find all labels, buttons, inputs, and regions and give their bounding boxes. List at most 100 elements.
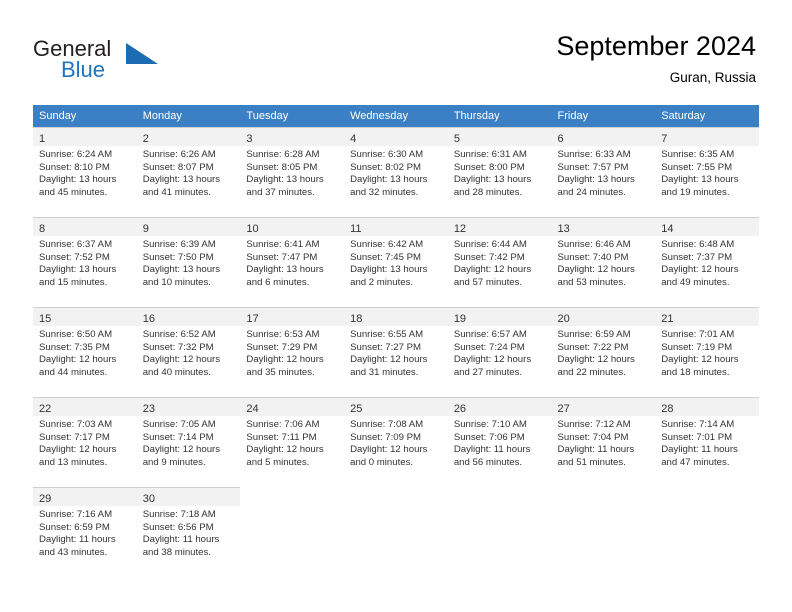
calendar-day-cell[interactable]: 23 Sunrise: 7:05 AM Sunset: 7:14 PM Dayligh…	[136, 397, 241, 487]
calendar-day-cell[interactable]: 19 Sunrise: 6:57 AM Sunset: 7:24 PM Dayligh…	[447, 307, 552, 397]
daylight-text-line2: and 9 minutes.	[142, 456, 206, 468]
day-cell-inner: 2 Sunrise: 6:26 AM Sunset: 8:07 PM Daylight…	[136, 127, 241, 217]
weekday-header-sunday: Sunday	[33, 105, 137, 127]
sunset-text: Sunset: 8:05 PM	[246, 161, 318, 173]
daylight-text-line2: and 38 minutes.	[142, 546, 211, 558]
calendar-day-cell[interactable]: 1 Sunrise: 6:24 AM Sunset: 8:10 PM Daylight…	[33, 127, 137, 217]
calendar-day-cell[interactable]: 2 Sunrise: 6:26 AM Sunset: 8:07 PM Daylight…	[136, 127, 241, 217]
day-number: 7	[661, 133, 668, 145]
calendar-day-cell[interactable]: 22 Sunrise: 7:03 AM Sunset: 7:17 PM Dayligh…	[33, 397, 137, 487]
calendar-day-cell[interactable]: 10 Sunrise: 6:41 AM Sunset: 7:47 PM Dayligh…	[240, 217, 345, 307]
sunset-text: Sunset: 7:06 PM	[453, 431, 525, 443]
sunset-text: Sunset: 7:47 PM	[246, 251, 318, 263]
calendar-day-cell[interactable]: 16 Sunrise: 6:52 AM Sunset: 7:32 PM Dayligh…	[136, 307, 241, 397]
calendar-day-cell[interactable]: 15 Sunrise: 6:50 AM Sunset: 7:35 PM Dayligh…	[33, 307, 137, 397]
sunset-text: Sunset: 7:37 PM	[661, 251, 733, 263]
daylight-text-line1: Daylight: 13 hours	[453, 174, 532, 186]
day-details: Sunrise: 7:01 AM Sunset: 7:19 PM Daylight:…	[655, 326, 759, 379]
calendar-day-cell[interactable]: 9 Sunrise: 6:39 AM Sunset: 7:50 PM Daylight…	[136, 217, 241, 307]
day-number-bar: 13	[551, 218, 656, 236]
sunrise-text: Sunrise: 6:37 AM	[39, 239, 113, 250]
calendar-body: 1 Sunrise: 6:24 AM Sunset: 8:10 PM Daylight…	[33, 127, 759, 578]
calendar-day-cell[interactable]: 30 Sunrise: 7:18 AM Sunset: 6:56 PM Dayligh…	[136, 487, 241, 578]
day-cell-inner: 17 Sunrise: 6:53 AM Sunset: 7:29 PM Dayligh…	[240, 307, 345, 397]
day-number-bar: 22	[33, 398, 137, 416]
day-details: Sunrise: 6:44 AM Sunset: 7:42 PM Daylight:…	[448, 236, 552, 289]
sunset-text: Sunset: 7:22 PM	[557, 341, 629, 353]
calendar-day-cell[interactable]: 4 Sunrise: 6:30 AM Sunset: 8:02 PM Daylight…	[344, 127, 448, 217]
sunrise-text: Sunrise: 6:35 AM	[661, 149, 735, 160]
day-number: 18	[350, 313, 363, 325]
calendar-day-cell[interactable]: 26 Sunrise: 7:10 AM Sunset: 7:06 PM Dayligh…	[447, 397, 552, 487]
day-details: Sunrise: 7:08 AM Sunset: 7:09 PM Daylight:…	[344, 416, 448, 469]
empty-cell	[551, 487, 656, 578]
day-number: 23	[142, 403, 155, 415]
daylight-text-line1: Daylight: 12 hours	[142, 354, 221, 366]
day-number-bar: 5	[447, 128, 552, 146]
day-number: 5	[453, 133, 460, 145]
calendar-day-cell[interactable]: 17 Sunrise: 6:53 AM Sunset: 7:29 PM Dayligh…	[240, 307, 345, 397]
weekday-header-saturday: Saturday	[655, 105, 759, 127]
calendar-day-cell[interactable]: 29 Sunrise: 7:16 AM Sunset: 6:59 PM Dayligh…	[33, 487, 137, 578]
calendar-day-cell[interactable]: 14 Sunrise: 6:48 AM Sunset: 7:37 PM Dayligh…	[655, 217, 759, 307]
calendar-day-cell[interactable]: 21 Sunrise: 7:01 AM Sunset: 7:19 PM Dayligh…	[655, 307, 759, 397]
calendar-day-cell-empty	[447, 487, 552, 578]
day-number-bar: 24	[240, 398, 345, 416]
brand-logo[interactable]: General Blue	[33, 36, 233, 88]
day-details: Sunrise: 6:33 AM Sunset: 7:57 PM Daylight:…	[552, 146, 656, 199]
sunset-text: Sunset: 7:57 PM	[557, 161, 629, 173]
calendar-day-cell[interactable]: 24 Sunrise: 7:06 AM Sunset: 7:11 PM Dayligh…	[240, 397, 345, 487]
day-number-bar: 7	[655, 128, 759, 146]
daylight-text-line1: Daylight: 13 hours	[350, 264, 428, 276]
day-cell-inner: 26 Sunrise: 7:10 AM Sunset: 7:06 PM Dayligh…	[447, 397, 552, 487]
calendar-day-cell[interactable]: 3 Sunrise: 6:28 AM Sunset: 8:05 PM Daylight…	[240, 127, 345, 217]
calendar-day-cell[interactable]: 25 Sunrise: 7:08 AM Sunset: 7:09 PM Dayligh…	[344, 397, 448, 487]
sunrise-text: Sunrise: 6:55 AM	[350, 329, 424, 340]
daylight-text-line1: Daylight: 11 hours	[142, 534, 220, 546]
calendar-day-cell[interactable]: 7 Sunrise: 6:35 AM Sunset: 7:55 PM Daylight…	[655, 127, 759, 217]
day-cell-inner: 27 Sunrise: 7:12 AM Sunset: 7:04 PM Dayligh…	[551, 397, 656, 487]
daylight-text-line1: Daylight: 13 hours	[39, 264, 117, 276]
calendar-day-cell[interactable]: 8 Sunrise: 6:37 AM Sunset: 7:52 PM Daylight…	[33, 217, 137, 307]
calendar-day-cell[interactable]: 12 Sunrise: 6:44 AM Sunset: 7:42 PM Dayligh…	[447, 217, 552, 307]
daylight-text-line2: and 18 minutes.	[661, 366, 730, 378]
daylight-text-line1: Daylight: 12 hours	[246, 444, 324, 456]
daylight-text-line2: and 32 minutes.	[350, 186, 419, 198]
calendar-day-cell[interactable]: 28 Sunrise: 7:14 AM Sunset: 7:01 PM Dayligh…	[655, 397, 759, 487]
day-number: 2	[142, 133, 149, 145]
day-number-bar: 23	[136, 398, 241, 416]
day-details: Sunrise: 6:50 AM Sunset: 7:35 PM Daylight:…	[33, 326, 137, 379]
sunrise-text: Sunrise: 6:44 AM	[453, 239, 527, 250]
day-cell-inner: 3 Sunrise: 6:28 AM Sunset: 8:05 PM Daylight…	[240, 127, 345, 217]
day-number: 25	[350, 403, 363, 415]
calendar-day-cell[interactable]: 20 Sunrise: 6:59 AM Sunset: 7:22 PM Dayligh…	[551, 307, 656, 397]
day-number-bar: 11	[344, 218, 448, 236]
daylight-text-line2: and 43 minutes.	[39, 546, 108, 558]
daylight-text-line2: and 56 minutes.	[453, 456, 523, 468]
day-cell-inner: 6 Sunrise: 6:33 AM Sunset: 7:57 PM Daylight…	[551, 127, 656, 217]
day-number: 9	[142, 223, 149, 235]
day-details: Sunrise: 7:10 AM Sunset: 7:06 PM Daylight:…	[448, 416, 552, 469]
daylight-text-line2: and 5 minutes.	[246, 456, 310, 468]
calendar-day-cell[interactable]: 11 Sunrise: 6:42 AM Sunset: 7:45 PM Dayligh…	[344, 217, 448, 307]
daylight-text-line1: Daylight: 12 hours	[557, 354, 635, 366]
sunset-text: Sunset: 7:50 PM	[142, 251, 214, 263]
day-number: 21	[661, 313, 674, 325]
daylight-text-line2: and 57 minutes.	[453, 276, 523, 288]
calendar-day-cell[interactable]: 13 Sunrise: 6:46 AM Sunset: 7:40 PM Dayligh…	[551, 217, 656, 307]
day-details: Sunrise: 7:18 AM Sunset: 6:56 PM Daylight:…	[137, 506, 241, 559]
daylight-text-line2: and 24 minutes.	[557, 186, 626, 198]
daylight-text-line2: and 40 minutes.	[142, 366, 211, 378]
daylight-text-line1: Daylight: 11 hours	[453, 444, 531, 456]
daylight-text-line1: Daylight: 13 hours	[661, 174, 739, 186]
calendar-day-cell[interactable]: 5 Sunrise: 6:31 AM Sunset: 8:00 PM Daylight…	[447, 127, 552, 217]
day-cell-inner: 1 Sunrise: 6:24 AM Sunset: 8:10 PM Daylight…	[33, 127, 137, 217]
calendar-day-cell[interactable]: 18 Sunrise: 6:55 AM Sunset: 7:27 PM Dayligh…	[344, 307, 448, 397]
day-cell-inner: 19 Sunrise: 6:57 AM Sunset: 7:24 PM Dayligh…	[447, 307, 552, 397]
empty-cell	[655, 487, 759, 578]
sunrise-text: Sunrise: 6:39 AM	[142, 239, 216, 250]
sunrise-text: Sunrise: 6:28 AM	[246, 149, 320, 160]
calendar-day-cell[interactable]: 6 Sunrise: 6:33 AM Sunset: 7:57 PM Daylight…	[551, 127, 656, 217]
calendar-day-cell[interactable]: 27 Sunrise: 7:12 AM Sunset: 7:04 PM Dayligh…	[551, 397, 656, 487]
daylight-text-line1: Daylight: 11 hours	[557, 444, 635, 456]
